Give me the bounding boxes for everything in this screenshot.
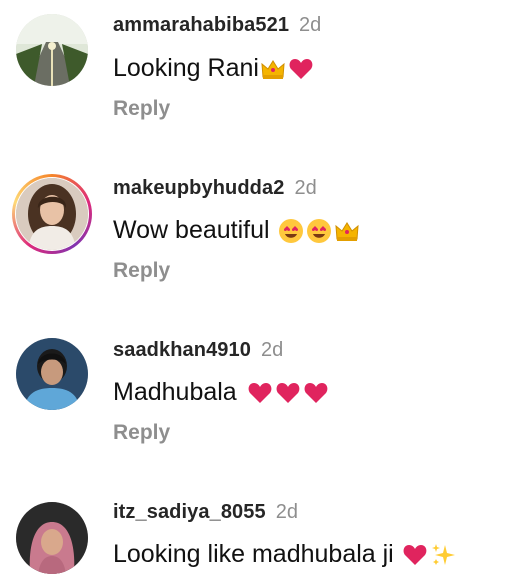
comment-text-row: Wow beautiful [113, 216, 360, 245]
avatar[interactable] [16, 14, 88, 86]
comment-text: Looking Rani [113, 54, 259, 82]
comment-timestamp: 2d [260, 339, 284, 361]
red-heart-emoji-icon [247, 380, 273, 406]
crown-emoji-icon [260, 56, 286, 82]
comment-text: Madhubala [113, 378, 237, 406]
heart-eyes-emoji-icon [278, 218, 304, 244]
comment-username[interactable]: itz_sadiya_8055 [113, 501, 266, 524]
avatar[interactable] [16, 338, 88, 410]
reply-button[interactable]: Reply [113, 97, 170, 121]
heart-eyes-emoji-icon [306, 218, 332, 244]
comment-username[interactable]: makeupbyhudda2 [113, 177, 284, 200]
avatar[interactable] [16, 502, 88, 574]
comment-username[interactable]: ammarahabiba521 [113, 14, 289, 37]
comment-text: Looking like madhubala ji [113, 540, 394, 568]
comment-text-row: Looking Rani [113, 54, 314, 83]
red-heart-emoji-icon [275, 380, 301, 406]
red-heart-emoji-icon [402, 542, 428, 568]
red-heart-emoji-icon [288, 56, 314, 82]
comment-text-row: Looking like madhubala ji [113, 540, 456, 569]
story-ring[interactable] [12, 174, 92, 254]
comment-username[interactable]: saadkhan4910 [113, 339, 251, 362]
comment-timestamp: 2d [275, 501, 298, 523]
comment-text-row: Madhubala [113, 378, 329, 407]
comment-timestamp: 2d [299, 14, 322, 36]
red-heart-emoji-icon [303, 380, 329, 406]
reply-button[interactable]: Reply [113, 259, 170, 283]
comment-timestamp: 2d [294, 177, 317, 199]
crown-emoji-icon [334, 218, 360, 244]
sparkles-emoji-icon [430, 542, 456, 568]
reply-button[interactable]: Reply [113, 421, 170, 445]
comment-text: Wow beautiful [113, 216, 270, 244]
avatar[interactable] [16, 178, 88, 250]
